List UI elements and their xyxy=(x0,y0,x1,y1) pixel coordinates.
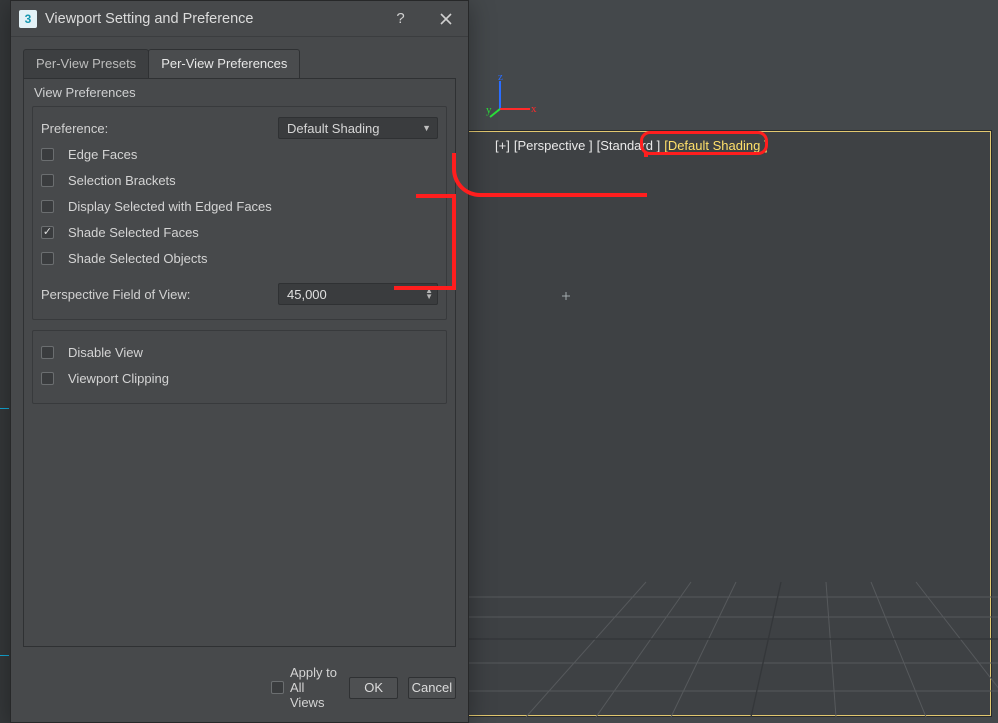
viewport-settings-dialog: 3 Viewport Setting and Preference ? Per-… xyxy=(10,0,469,723)
shade-selected-objects-label: Shade Selected Objects xyxy=(68,251,207,266)
close-button[interactable] xyxy=(423,1,468,37)
selection-brackets-label: Selection Brackets xyxy=(68,173,176,188)
viewport-center-dot xyxy=(565,295,567,297)
edge-faces-checkbox[interactable] xyxy=(41,148,54,161)
annotation-line-top xyxy=(416,194,456,198)
disable-view-label: Disable View xyxy=(68,345,143,360)
fov-label: Perspective Field of View: xyxy=(41,287,190,302)
edge-faces-label: Edge Faces xyxy=(68,147,137,162)
cancel-button[interactable]: Cancel xyxy=(408,677,456,699)
shade-selected-objects-checkbox[interactable] xyxy=(41,252,54,265)
close-icon xyxy=(440,13,452,25)
annotation-line-end xyxy=(394,286,456,290)
view-options-group: Disable View Viewport Clipping xyxy=(32,330,447,404)
apply-all-views-checkbox[interactable] xyxy=(271,681,284,694)
shade-selected-faces-checkbox[interactable] xyxy=(41,226,54,239)
viewport-frame[interactable] xyxy=(466,130,992,717)
viewport-clipping-checkbox[interactable] xyxy=(41,372,54,385)
window-title: Viewport Setting and Preference xyxy=(45,11,378,27)
preference-value: Default Shading xyxy=(287,121,380,136)
disable-view-checkbox[interactable] xyxy=(41,346,54,359)
viewport-clipping-label: Viewport Clipping xyxy=(68,371,169,386)
dialog-footer: Apply to All Views OK Cancel xyxy=(11,657,468,722)
preference-dropdown[interactable]: Default Shading ▼ xyxy=(278,117,438,139)
tab-strip: Per-View Presets Per-View Preferences xyxy=(11,37,468,78)
preferences-panel: View Preferences Preference: Default Sha… xyxy=(23,78,456,647)
tab-per-view-presets[interactable]: Per-View Presets xyxy=(23,49,149,78)
help-icon: ? xyxy=(396,10,404,27)
preference-label: Preference: xyxy=(41,121,108,136)
annotation-line-vert xyxy=(452,194,456,290)
help-button[interactable]: ? xyxy=(378,1,423,37)
shade-selected-faces-label: Shade Selected Faces xyxy=(68,225,199,240)
tab-per-view-preferences[interactable]: Per-View Preferences xyxy=(148,49,300,78)
apply-all-views-label: Apply to All Views xyxy=(290,665,339,710)
app-icon: 3 xyxy=(19,10,37,28)
fov-value: 45,000 xyxy=(287,287,327,302)
left-ruler xyxy=(0,0,10,723)
chevron-down-icon: ▼ xyxy=(422,123,431,133)
panel-title: View Preferences xyxy=(34,85,447,100)
annotation-curve xyxy=(452,153,647,197)
ok-button[interactable]: OK xyxy=(349,677,397,699)
titlebar[interactable]: 3 Viewport Setting and Preference ? xyxy=(11,1,468,37)
selection-brackets-checkbox[interactable] xyxy=(41,174,54,187)
display-selected-edged-checkbox[interactable] xyxy=(41,200,54,213)
preference-group: Preference: Default Shading ▼ Edge Faces… xyxy=(32,106,447,320)
display-selected-edged-label: Display Selected with Edged Faces xyxy=(68,199,272,214)
